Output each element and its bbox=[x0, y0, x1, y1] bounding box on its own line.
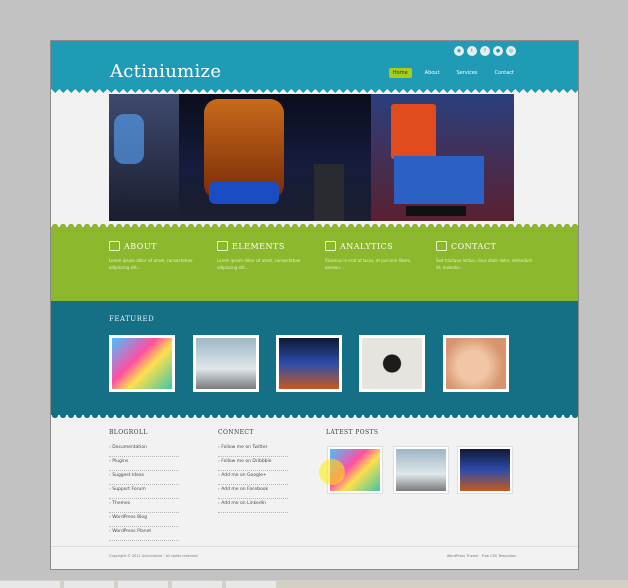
taskbar-item[interactable] bbox=[172, 580, 222, 588]
blogroll-link[interactable]: WordPress Blog bbox=[109, 513, 179, 527]
blogroll-link[interactable]: Support Forum bbox=[109, 485, 179, 499]
featured-section: FEATURED bbox=[51, 301, 578, 419]
latest-posts: LATEST POSTS bbox=[326, 429, 379, 436]
feature-about: ABOUT Lorem ipsum dolor sit amet, consec… bbox=[109, 241, 193, 270]
os-taskbar bbox=[0, 580, 628, 588]
taskbar-item[interactable] bbox=[0, 580, 60, 588]
blogroll-link[interactable]: Documentation bbox=[109, 443, 179, 457]
site-logo[interactable]: Actiniumize bbox=[110, 61, 221, 82]
taskbar-item[interactable] bbox=[64, 580, 114, 588]
twitter-icon[interactable]: t bbox=[467, 46, 477, 56]
connect: CONNECT Follow me on Twitter Follow me o… bbox=[218, 429, 288, 513]
featured-thumb[interactable] bbox=[109, 335, 175, 392]
connect-link[interactable]: Add me on LinkedIn bbox=[218, 499, 288, 513]
connect-link[interactable]: Follow me on Dribbble bbox=[218, 457, 288, 471]
features-band: ABOUT Lorem ipsum dolor sit amet, consec… bbox=[51, 223, 578, 301]
hero-image bbox=[109, 94, 514, 221]
feed-icon[interactable]: ◎ bbox=[506, 46, 516, 56]
latest-post-thumb[interactable] bbox=[457, 446, 513, 494]
connect-link[interactable]: Follow me on Twitter bbox=[218, 443, 288, 457]
featured-thumb[interactable] bbox=[193, 335, 259, 392]
feature-elements: ELEMENTS Lorem ipsum dolor sit amet, con… bbox=[217, 241, 301, 270]
featured-thumb[interactable] bbox=[276, 335, 342, 392]
nav-home[interactable]: Home bbox=[388, 68, 412, 78]
footer-credit: WordPress Theme · Free CSS Templates bbox=[446, 554, 516, 558]
social-icons: ◉ t f ● ◎ bbox=[454, 46, 516, 56]
website-frame: Actiniumize ◉ t f ● ◎ Home About Service… bbox=[50, 40, 579, 570]
pin-icon bbox=[325, 241, 336, 251]
featured-thumb[interactable] bbox=[359, 335, 425, 392]
nav-about[interactable]: About bbox=[421, 68, 444, 78]
feature-analytics: ANALYTICS Vivamus in erat at lacus, et p… bbox=[325, 241, 412, 270]
envelope-icon bbox=[109, 241, 120, 251]
blogroll-link[interactable]: WordPress Planet bbox=[109, 527, 179, 541]
connect-link[interactable]: Add me on Google+ bbox=[218, 471, 288, 485]
blogroll-link[interactable]: Suggest Ideas bbox=[109, 471, 179, 485]
taskbar-item[interactable] bbox=[118, 580, 168, 588]
copyright-text: Copyright © 2011 Actiniumize · All right… bbox=[109, 554, 198, 558]
user-icon bbox=[217, 241, 228, 251]
cursor-highlight bbox=[319, 459, 345, 485]
site-header: Actiniumize ◉ t f ● ◎ Home About Service… bbox=[51, 41, 578, 93]
latest-post-thumb[interactable] bbox=[393, 446, 449, 494]
facebook-icon[interactable]: f bbox=[480, 46, 490, 56]
featured-title: FEATURED bbox=[109, 315, 155, 323]
footer-divider bbox=[51, 546, 578, 547]
rss-icon[interactable]: ◉ bbox=[454, 46, 464, 56]
nav-services[interactable]: Services bbox=[452, 68, 481, 78]
taskbar-item[interactable] bbox=[226, 580, 276, 588]
feature-contact: CONTACT Sed tristique lectus, risus diam… bbox=[436, 241, 533, 270]
connect-link[interactable]: Add me on Facebook bbox=[218, 485, 288, 499]
main-nav: Home About Services Contact bbox=[388, 68, 518, 78]
blogroll-link[interactable]: Plugins bbox=[109, 457, 179, 471]
tag-icon bbox=[436, 241, 447, 251]
blogroll: BLOGROLL Documentation Plugins Suggest I… bbox=[109, 429, 179, 541]
nav-contact[interactable]: Contact bbox=[491, 68, 518, 78]
flickr-icon[interactable]: ● bbox=[493, 46, 503, 56]
featured-thumb[interactable] bbox=[443, 335, 509, 392]
blogroll-link[interactable]: Themes bbox=[109, 499, 179, 513]
